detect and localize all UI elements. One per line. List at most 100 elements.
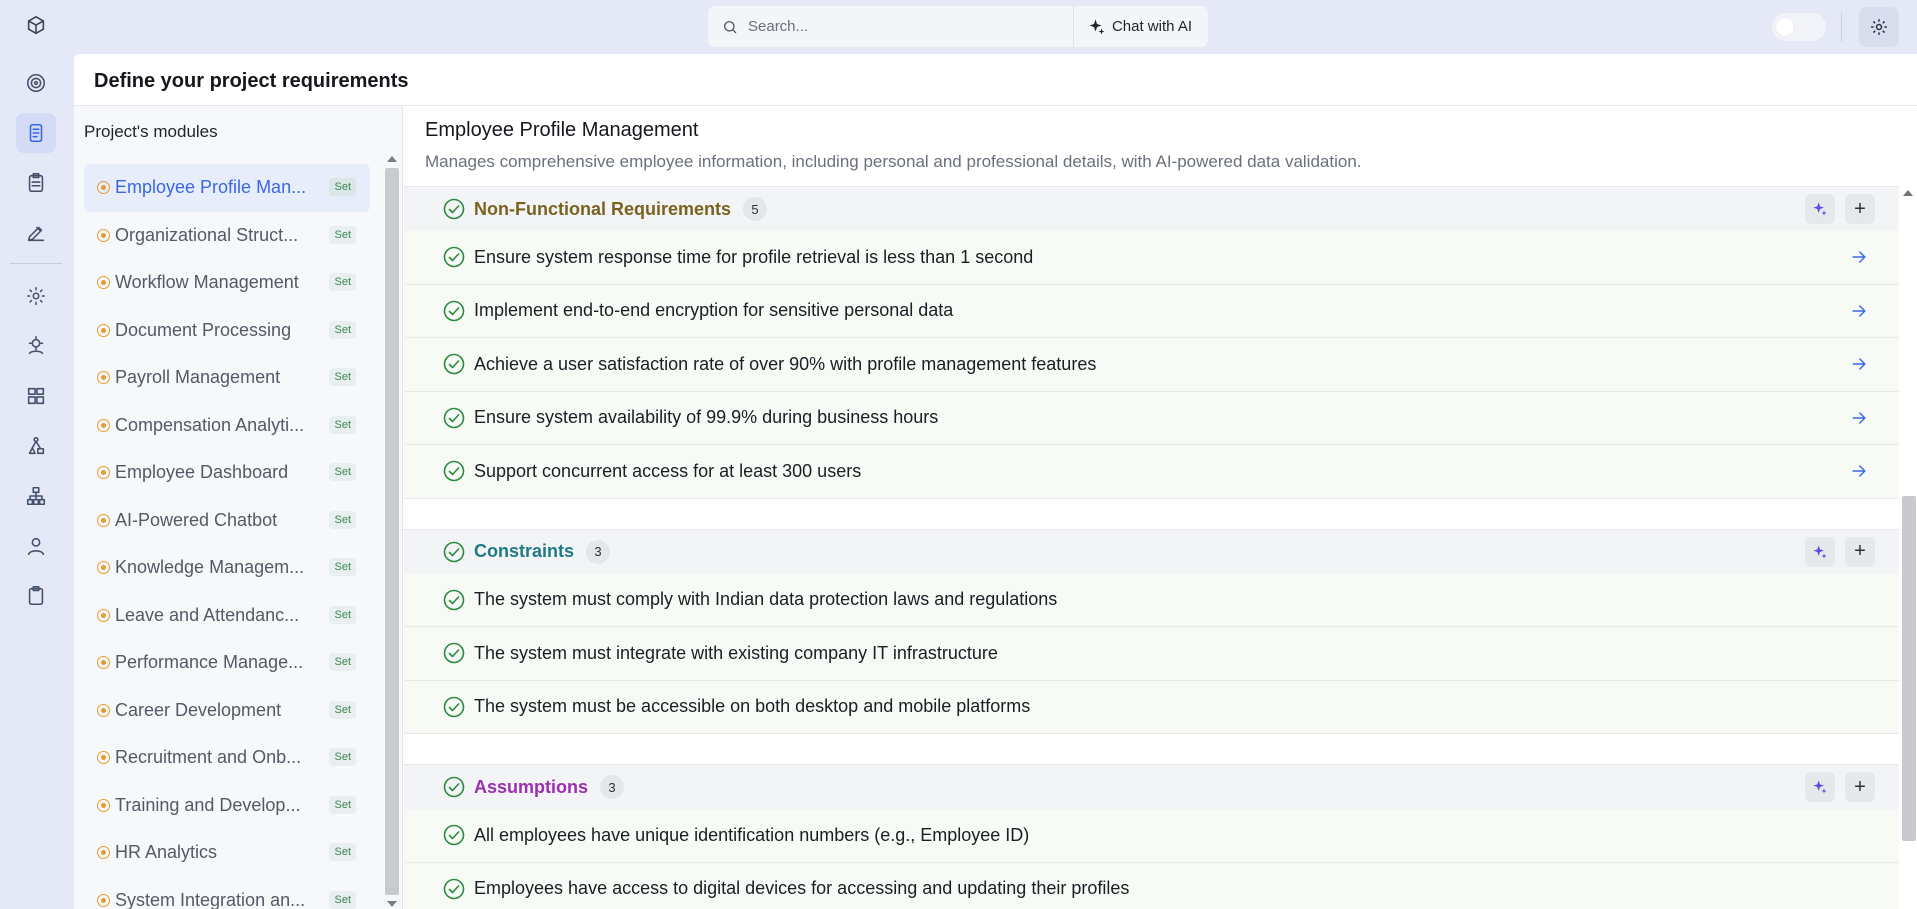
module-item[interactable]: Organizational Struct... Set [84, 212, 370, 260]
module-item[interactable]: AI-Powered Chatbot Set [84, 497, 370, 545]
workflow-shapes-icon[interactable] [16, 426, 56, 466]
requirement-text: Employees have access to digital devices… [474, 878, 1130, 899]
arrow-right-icon[interactable] [1849, 301, 1869, 321]
module-item[interactable]: System Integration an... Set [84, 877, 370, 909]
scroll-up-arrow[interactable] [1903, 190, 1913, 196]
modules-scrollbar[interactable] [383, 152, 399, 909]
section-count-badge: 3 [586, 539, 611, 564]
requirement-row[interactable]: Achieve a user satisfaction rate of over… [404, 338, 1899, 392]
status-dot-icon [97, 276, 110, 290]
settings-gear-icon[interactable] [16, 276, 56, 316]
status-dot-icon [97, 466, 110, 480]
requirement-row[interactable]: Support concurrent access for at least 3… [404, 445, 1899, 499]
module-item[interactable]: Compensation Analyti... Set [84, 402, 370, 450]
requirement-row[interactable]: The system must integrate with existing … [404, 627, 1899, 681]
scroll-up-arrow[interactable] [387, 156, 397, 162]
section-count-badge: 3 [600, 775, 625, 799]
check-circle-icon [442, 877, 466, 901]
status-dot-icon [97, 181, 110, 195]
check-circle-icon [442, 823, 466, 847]
team-settings-icon[interactable] [16, 326, 56, 366]
module-item[interactable]: Payroll Management Set [84, 354, 370, 402]
section-count-badge: 5 [743, 197, 768, 221]
module-item[interactable]: Leave and Attendanc... Set [84, 592, 370, 640]
ai-generate-button[interactable] [1805, 194, 1835, 224]
requirement-row[interactable]: The system must comply with Indian data … [404, 573, 1899, 627]
module-item[interactable]: Performance Manage... Set [84, 639, 370, 687]
section-title: Non-Functional Requirements [474, 198, 732, 219]
chat-with-ai-button[interactable]: Chat with AI [1074, 18, 1208, 36]
section-spacer [404, 734, 1899, 764]
module-label: Training and Develop... [115, 794, 301, 815]
requirement-text: The system must integrate with existing … [474, 642, 998, 663]
requirement-row[interactable]: Employees have access to digital devices… [404, 862, 1899, 909]
arrow-right-icon[interactable] [1849, 247, 1869, 267]
set-badge: Set [329, 225, 356, 244]
arrow-right-icon[interactable] [1849, 461, 1869, 481]
section-actions: + [1805, 194, 1875, 224]
module-item[interactable]: Employee Profile Man... Set [84, 164, 370, 212]
settings-button[interactable] [1859, 7, 1899, 47]
ai-generate-button[interactable] [1805, 772, 1835, 802]
add-requirement-button[interactable]: + [1845, 536, 1875, 567]
requirement-row[interactable]: The system must be accessible on both de… [404, 680, 1899, 734]
add-requirement-button[interactable]: + [1845, 194, 1875, 224]
clipboard-list-icon[interactable] [16, 163, 56, 203]
check-circle-icon [442, 197, 466, 221]
check-circle-icon [442, 245, 466, 269]
module-label: Recruitment and Onb... [115, 747, 302, 768]
module-item[interactable]: Workflow Management Set [84, 259, 370, 307]
module-label: HR Analytics [115, 842, 218, 863]
clipboard-icon[interactable] [16, 576, 56, 616]
status-dot-icon [97, 228, 110, 242]
search-input[interactable]: Search... [748, 18, 1073, 35]
requirement-text: Ensure system availability of 99.9% duri… [474, 407, 939, 428]
requirement-text: Achieve a user satisfaction rate of over… [474, 353, 1097, 374]
theme-toggle[interactable] [1772, 13, 1826, 41]
module-item[interactable]: Knowledge Managem... Set [84, 544, 370, 592]
status-dot-icon [97, 798, 110, 812]
app-logo-icon[interactable] [17, 11, 55, 41]
design-pen-icon[interactable] [16, 213, 56, 253]
hierarchy-icon[interactable] [16, 476, 56, 516]
toggle-knob [1776, 18, 1794, 36]
requirements-scrollbar[interactable] [1899, 186, 1917, 909]
module-label: Document Processing [115, 319, 292, 340]
check-circle-icon [442, 588, 466, 612]
requirement-row[interactable]: Ensure system response time for profile … [404, 231, 1899, 285]
module-item[interactable]: Recruitment and Onb... Set [84, 734, 370, 782]
module-label: Compensation Analyti... [115, 414, 305, 435]
dashboard-grid-icon[interactable] [16, 376, 56, 416]
module-label: Payroll Management [115, 367, 281, 388]
status-dot-icon [97, 323, 110, 337]
module-label: Employee Dashboard [115, 462, 289, 483]
module-item[interactable]: Employee Dashboard Set [84, 449, 370, 497]
scroll-thumb[interactable] [385, 168, 399, 895]
search-bar[interactable]: Search... Chat with AI [708, 6, 1208, 47]
scroll-thumb[interactable] [1902, 496, 1916, 841]
target-icon[interactable] [16, 63, 56, 103]
requirement-row[interactable]: Implement end-to-end encryption for sens… [404, 284, 1899, 338]
module-item[interactable]: Document Processing Set [84, 307, 370, 355]
requirement-row[interactable]: Ensure system availability of 99.9% duri… [404, 391, 1899, 445]
set-badge: Set [329, 558, 356, 576]
status-dot-icon [97, 608, 110, 622]
status-dot-icon [97, 846, 110, 860]
add-requirement-button[interactable]: + [1845, 772, 1875, 802]
requirement-row[interactable]: All employees have unique identification… [404, 809, 1899, 863]
arrow-right-icon[interactable] [1849, 408, 1869, 428]
scroll-down-arrow[interactable] [387, 901, 397, 907]
ai-generate-button[interactable] [1805, 536, 1835, 567]
requirements-doc-icon[interactable] [16, 113, 56, 153]
section-actions: + [1805, 536, 1875, 567]
set-badge: Set [329, 415, 356, 434]
module-item[interactable]: HR Analytics Set [84, 829, 370, 877]
user-icon[interactable] [16, 526, 56, 566]
check-circle-icon [442, 299, 466, 323]
topbar-divider [1841, 12, 1842, 42]
module-item[interactable]: Career Development Set [84, 687, 370, 735]
module-item[interactable]: Training and Develop... Set [84, 782, 370, 830]
arrow-right-icon[interactable] [1849, 354, 1869, 374]
requirement-text: All employees have unique identification… [474, 824, 1030, 845]
requirement-text: Ensure system response time for profile … [474, 246, 1034, 267]
